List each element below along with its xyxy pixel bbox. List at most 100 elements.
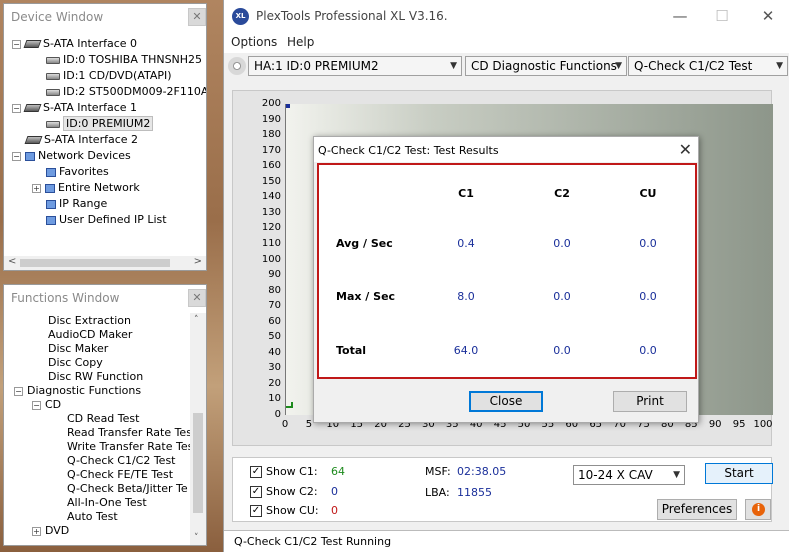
y-tick-label: 60 — [268, 315, 281, 327]
max-c2-value: 0.0 — [553, 290, 571, 303]
info-icon: i — [752, 503, 765, 516]
functions-window-close-button[interactable]: ✕ — [188, 289, 206, 307]
row-label-max: Max / Sec — [336, 290, 396, 303]
chevron-down-icon: ▼ — [673, 470, 680, 480]
expand-icon[interactable]: + — [32, 526, 41, 536]
y-tick-label: 10 — [268, 393, 281, 405]
device-horizontal-scrollbar[interactable]: < > — [4, 256, 206, 270]
info-button[interactable]: i — [745, 499, 771, 520]
y-tick-label: 160 — [261, 160, 281, 172]
graph-marker — [286, 104, 290, 108]
tree-item-favorites[interactable]: Favorites — [46, 164, 109, 180]
collapse-icon[interactable]: − — [12, 103, 21, 113]
test-select[interactable]: Q-Check C1/C2 Test ▼ — [628, 56, 788, 76]
minimize-icon[interactable]: — — [670, 6, 690, 26]
tree-item-drive-selected[interactable]: ID:0 PREMIUM2 — [46, 116, 154, 132]
start-button[interactable]: Start — [705, 463, 773, 484]
tree-item-sata2[interactable]: S-ATA Interface 2 — [24, 132, 138, 148]
sata-controller-icon — [24, 136, 43, 144]
tree-item-sata0[interactable]: − S-ATA Interface 0 — [12, 36, 137, 52]
maximize-icon[interactable]: ☐ — [712, 6, 732, 26]
y-tick-label: 130 — [261, 206, 281, 218]
results-table: C1 C2 CU Avg / Sec 0.4 0.0 0.0 Max / Sec… — [317, 163, 697, 379]
close-button[interactable]: Close — [469, 391, 543, 412]
x-tick-label: 95 — [732, 419, 746, 430]
functions-tree: Disc Extraction AudioCD Maker Disc Maker… — [4, 313, 190, 543]
function-group-cd[interactable]: − CD — [32, 397, 61, 413]
drive-icon — [46, 88, 60, 96]
show-cu-checkbox[interactable]: ✓ — [250, 505, 262, 517]
tree-item-ip-range[interactable]: IP Range — [46, 196, 107, 212]
category-select[interactable]: CD Diagnostic Functions ▼ — [465, 56, 627, 76]
app-icon: XL — [232, 8, 249, 25]
menu-help[interactable]: Help — [287, 35, 314, 49]
test-results-dialog: Q-Check C1/C2 Test: Test Results ✕ C1 C2… — [313, 136, 699, 423]
total-cu-value: 0.0 — [639, 344, 657, 357]
drive-icon — [46, 72, 60, 80]
show-cu-label: Show CU: — [266, 504, 319, 517]
scroll-thumb[interactable] — [20, 259, 170, 267]
drive-icon — [46, 56, 60, 64]
scroll-left-icon[interactable]: < — [8, 256, 16, 267]
column-header-c1: C1 — [458, 187, 474, 200]
y-tick-label: 100 — [261, 253, 281, 265]
column-header-cu: CU — [639, 187, 657, 200]
function-group-dvd[interactable]: + DVD — [32, 523, 69, 539]
lba-value: 11855 — [457, 486, 492, 499]
menu-bar: Options Help — [224, 33, 789, 53]
tree-item-drive[interactable]: ID:2 ST500DM009-2F110A — [46, 84, 206, 100]
y-tick-label: 110 — [261, 237, 281, 249]
status-bar: Q-Check C1/C2 Test Running — [224, 530, 789, 552]
title-bar: XL PlexTools Professional XL V3.16. — ☐ … — [224, 0, 789, 33]
y-tick-label: 200 — [261, 98, 281, 109]
y-tick-label: 180 — [261, 129, 281, 141]
dialog-close-icon[interactable]: ✕ — [679, 140, 692, 159]
device-select[interactable]: HA:1 ID:0 PREMIUM2 ▼ — [248, 56, 462, 76]
max-c1-value: 8.0 — [457, 290, 475, 303]
x-tick-label: 90 — [708, 419, 722, 430]
print-button[interactable]: Print — [613, 391, 687, 412]
network-icon — [45, 183, 55, 193]
tree-item-drive[interactable]: ID:1 CD/DVD(ATAPI) — [46, 68, 172, 84]
expand-icon[interactable]: + — [32, 183, 41, 193]
chevron-down-icon: ▼ — [776, 61, 783, 71]
close-icon[interactable]: ✕ — [758, 6, 778, 26]
scroll-right-icon[interactable]: > — [194, 256, 202, 267]
msf-value: 02:38.05 — [457, 465, 507, 478]
show-c2-checkbox[interactable]: ✓ — [250, 486, 262, 498]
y-tick-label: 20 — [268, 377, 281, 389]
c2-count: 0 — [331, 485, 338, 498]
y-tick-label: 140 — [261, 191, 281, 203]
collapse-icon[interactable]: − — [14, 386, 23, 396]
functions-vertical-scrollbar[interactable]: ˄ ˅ — [190, 313, 206, 545]
function-item[interactable]: Auto Test — [67, 509, 118, 525]
speed-select[interactable]: 10-24 X CAV ▼ — [573, 465, 685, 485]
menu-options[interactable]: Options — [231, 35, 277, 49]
tree-item-entire-network[interactable]: + Entire Network — [32, 180, 140, 196]
show-c1-label: Show C1: — [266, 465, 318, 478]
chevron-down-icon: ▼ — [450, 61, 457, 71]
network-icon — [25, 151, 35, 161]
lba-label: LBA: — [425, 486, 450, 499]
collapse-icon[interactable]: − — [12, 151, 21, 161]
scroll-up-icon[interactable]: ˄ — [194, 315, 199, 325]
y-tick-label: 120 — [261, 222, 281, 234]
scroll-thumb[interactable] — [193, 413, 203, 513]
sata-controller-icon — [23, 104, 42, 112]
y-tick-label: 90 — [268, 269, 281, 281]
scroll-down-icon[interactable]: ˅ — [194, 533, 199, 543]
control-panel: ✓ Show C1: 64 ✓ Show C2: 0 ✓ Show CU: 0 … — [232, 457, 773, 522]
tree-item-sata1[interactable]: − S-ATA Interface 1 — [12, 100, 137, 116]
y-tick-label: 170 — [261, 144, 281, 156]
device-window-close-button[interactable]: ✕ — [188, 8, 206, 26]
collapse-icon[interactable]: − — [32, 400, 41, 410]
device-window: Device Window ✕ − S-ATA Interface 0 ID:0 … — [3, 3, 207, 271]
tree-item-network-devices[interactable]: − Network Devices — [12, 148, 131, 164]
tree-item-drive[interactable]: ID:0 TOSHIBA THNSNH25 — [46, 52, 202, 68]
avg-c1-value: 0.4 — [457, 237, 475, 250]
collapse-icon[interactable]: − — [12, 39, 21, 49]
tree-item-user-ip-list[interactable]: User Defined IP List — [46, 212, 167, 228]
disc-icon — [228, 57, 246, 75]
preferences-button[interactable]: Preferences — [657, 499, 737, 520]
show-c1-checkbox[interactable]: ✓ — [250, 466, 262, 478]
